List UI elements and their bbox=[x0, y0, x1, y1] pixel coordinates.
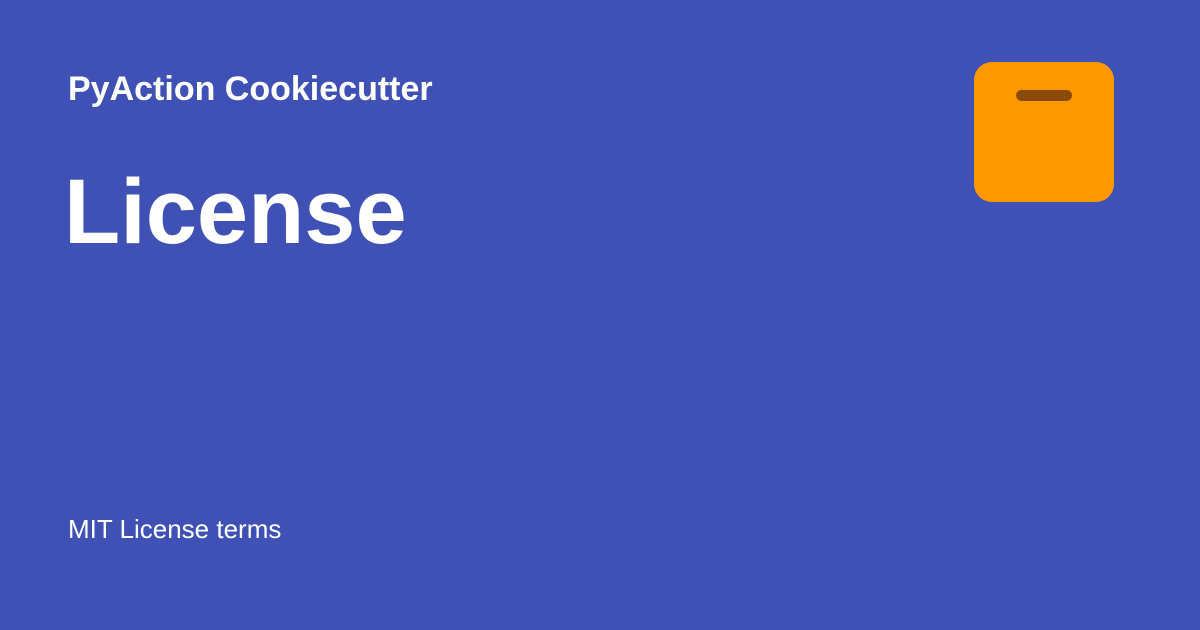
logo-box-shape bbox=[974, 62, 1114, 202]
page-description: MIT License terms bbox=[68, 514, 282, 544]
archive-box-icon bbox=[974, 62, 1114, 202]
social-card: PyAction Cookiecutter License MIT Licens… bbox=[0, 0, 1200, 630]
page-title: License bbox=[64, 161, 407, 263]
site-name: PyAction Cookiecutter bbox=[68, 70, 433, 108]
logo-slot-shape bbox=[1016, 90, 1072, 101]
